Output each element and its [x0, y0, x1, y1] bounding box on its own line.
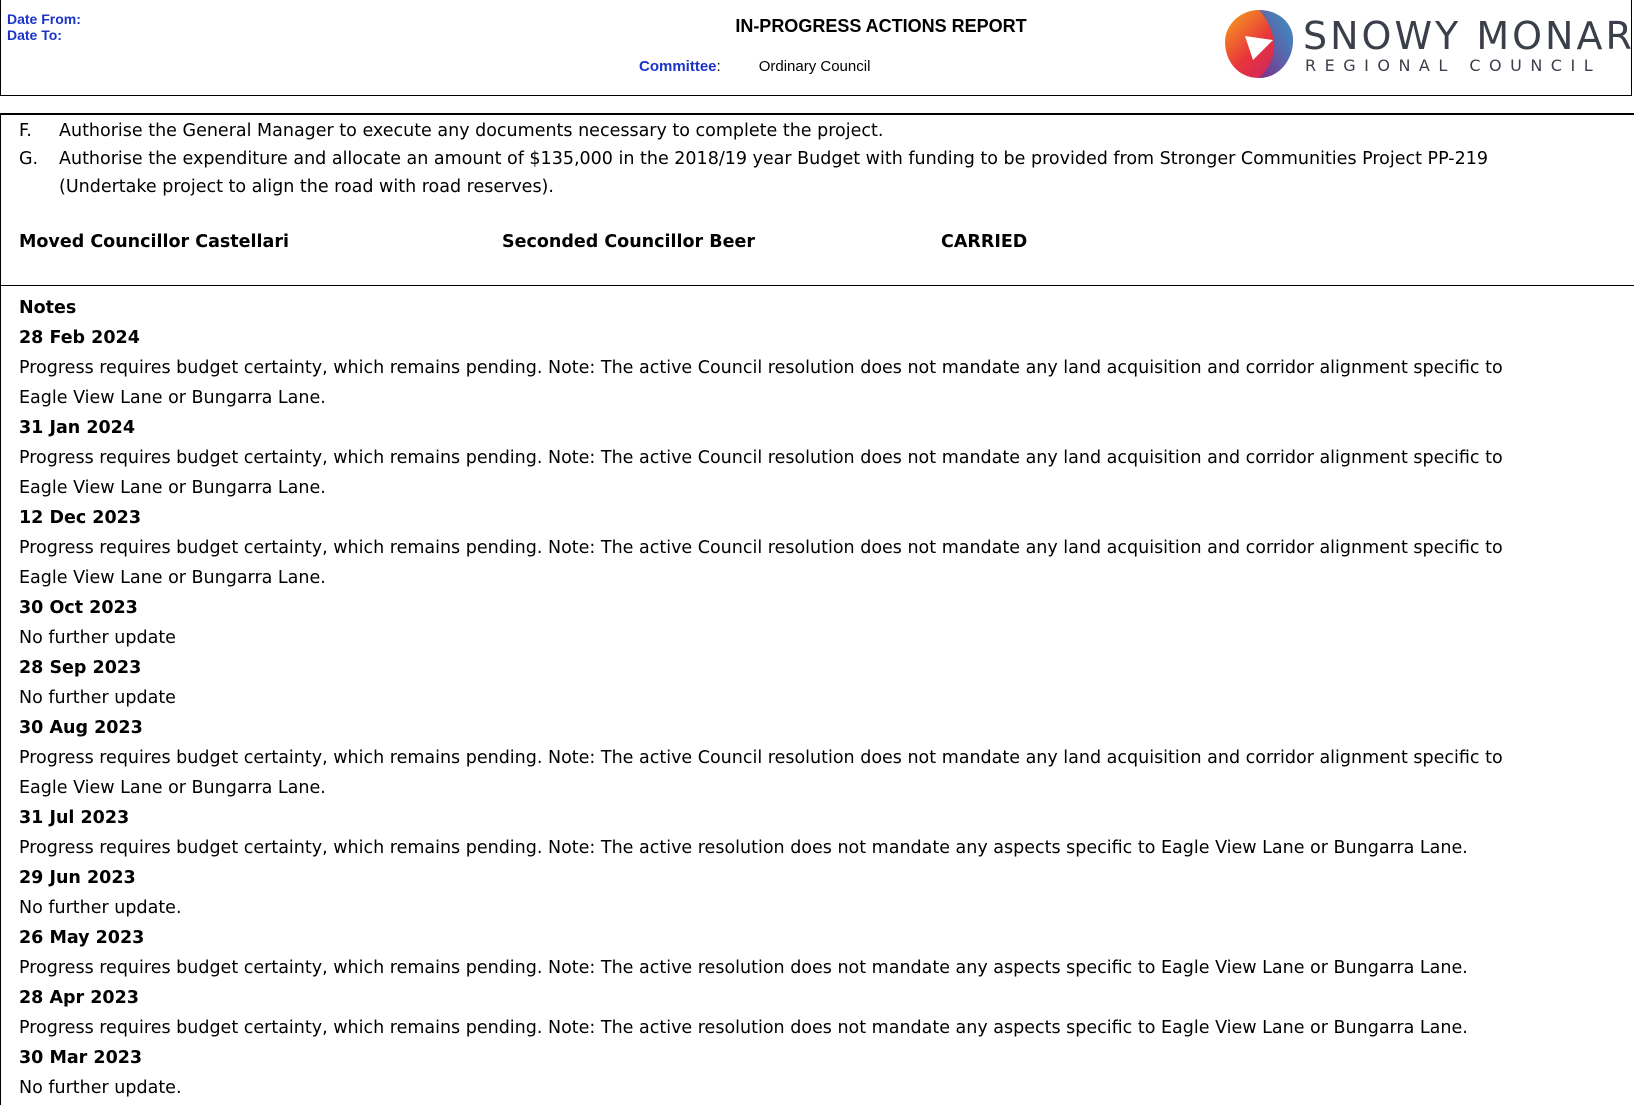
note-text: Progress requires budget certainty, whic… [19, 748, 1503, 768]
note-date: 31 Jul 2023 [19, 808, 130, 828]
note-entry: 28 Feb 2024 Progress requires budget cert… [19, 323, 1634, 413]
resolution-text: Authorise the expenditure and allocate a… [59, 149, 1488, 169]
note-entry: 31 Jul 2023 Progress requires budget cert… [19, 803, 1634, 863]
note-date: 30 Mar 2023 [19, 1048, 143, 1068]
notes-section: Notes 28 Feb 2024 Progress requires budge… [1, 286, 1634, 1103]
note-date: 28 Feb 2024 [19, 328, 140, 348]
logo-text-line1: SNOWY MONARO [1303, 14, 1634, 58]
note-date: 31 Jan 2024 [19, 418, 136, 438]
date-range-labels: Date From: Date To: [7, 11, 81, 43]
note-date: 30 Aug 2023 [19, 718, 143, 738]
moved-by: Moved Councillor Castellari [19, 232, 289, 252]
note-date: 12 Dec 2023 [19, 508, 142, 528]
note-text-continued: Eagle View Lane or Bungarra Lane. [19, 568, 326, 588]
note-entry: 29 Jun 2023 No further update. [19, 863, 1634, 923]
note-text: No further update [19, 688, 176, 708]
date-from-label: Date From: [7, 11, 81, 27]
note-text: Progress requires budget certainty, whic… [19, 1018, 1468, 1038]
committee-label: Committee [639, 58, 717, 75]
resolution-text: Authorise the General Manager to execute… [59, 121, 884, 141]
note-text: Progress requires budget certainty, whic… [19, 358, 1503, 378]
resolution-section: F. Authorise the General Manager to execu… [1, 115, 1634, 286]
note-text-continued: Eagle View Lane or Bungarra Lane. [19, 388, 326, 408]
resolution-letter: F. [19, 121, 32, 141]
notes-heading: Notes [19, 298, 77, 318]
note-text-continued: Eagle View Lane or Bungarra Lane. [19, 778, 326, 798]
resolution-item-f: F. Authorise the General Manager to execu… [19, 117, 1619, 145]
notes-list: 28 Feb 2024 Progress requires budget cert… [19, 323, 1634, 1103]
note-entry: 26 May 2023 Progress requires budget cert… [19, 923, 1634, 983]
council-logo: SNOWY MONARO REGIONAL COUNCIL [1219, 6, 1634, 82]
note-entry: 30 Oct 2023 No further update [19, 593, 1634, 653]
date-to-label: Date To: [7, 27, 62, 43]
report-body: F. Authorise the General Manager to execu… [0, 113, 1634, 1105]
committee-colon: : [716, 58, 721, 75]
note-text: Progress requires budget certainty, whic… [19, 838, 1468, 858]
note-date: 28 Apr 2023 [19, 988, 139, 1008]
note-date: 30 Oct 2023 [19, 598, 138, 618]
note-entry: 30 Mar 2023 No further update. [19, 1043, 1634, 1103]
report-title: IN-PROGRESS ACTIONS REPORT [735, 16, 1027, 36]
note-text: Progress requires budget certainty, whic… [19, 958, 1468, 978]
motion-row: Moved Councillor Castellari Seconded Cou… [19, 232, 1619, 262]
motion-result: CARRIED [941, 232, 1028, 252]
note-date: 26 May 2023 [19, 928, 145, 948]
note-date: 29 Jun 2023 [19, 868, 136, 888]
note-text: No further update. [19, 898, 182, 918]
report-header: Date From: Date To: IN-PROGRESS ACTIONS … [0, 0, 1634, 96]
resolution-item-g: G. Authorise the expenditure and allocate… [19, 145, 1619, 201]
council-logo-icon [1225, 10, 1293, 78]
note-date: 28 Sep 2023 [19, 658, 142, 678]
note-text: No further update [19, 628, 176, 648]
note-entry: 30 Aug 2023 Progress requires budget cert… [19, 713, 1634, 803]
note-entry: 28 Apr 2023 Progress requires budget cert… [19, 983, 1634, 1043]
note-text: Progress requires budget certainty, whic… [19, 448, 1503, 468]
seconded-by: Seconded Councillor Beer [502, 232, 755, 252]
committee-row: Committee: Ordinary Council [639, 58, 870, 75]
note-text: Progress requires budget certainty, whic… [19, 538, 1503, 558]
note-text: No further update. [19, 1078, 182, 1098]
resolution-continuation: (Undertake project to align the road wit… [59, 177, 554, 197]
committee-value: Ordinary Council [758, 58, 871, 75]
note-entry: 12 Dec 2023 Progress requires budget cert… [19, 503, 1634, 593]
logo-text-line2: REGIONAL COUNCIL [1305, 56, 1602, 75]
note-text-continued: Eagle View Lane or Bungarra Lane. [19, 478, 326, 498]
resolution-letter: G. [19, 149, 39, 169]
note-entry: 28 Sep 2023 No further update [19, 653, 1634, 713]
note-entry: 31 Jan 2024 Progress requires budget cert… [19, 413, 1634, 503]
